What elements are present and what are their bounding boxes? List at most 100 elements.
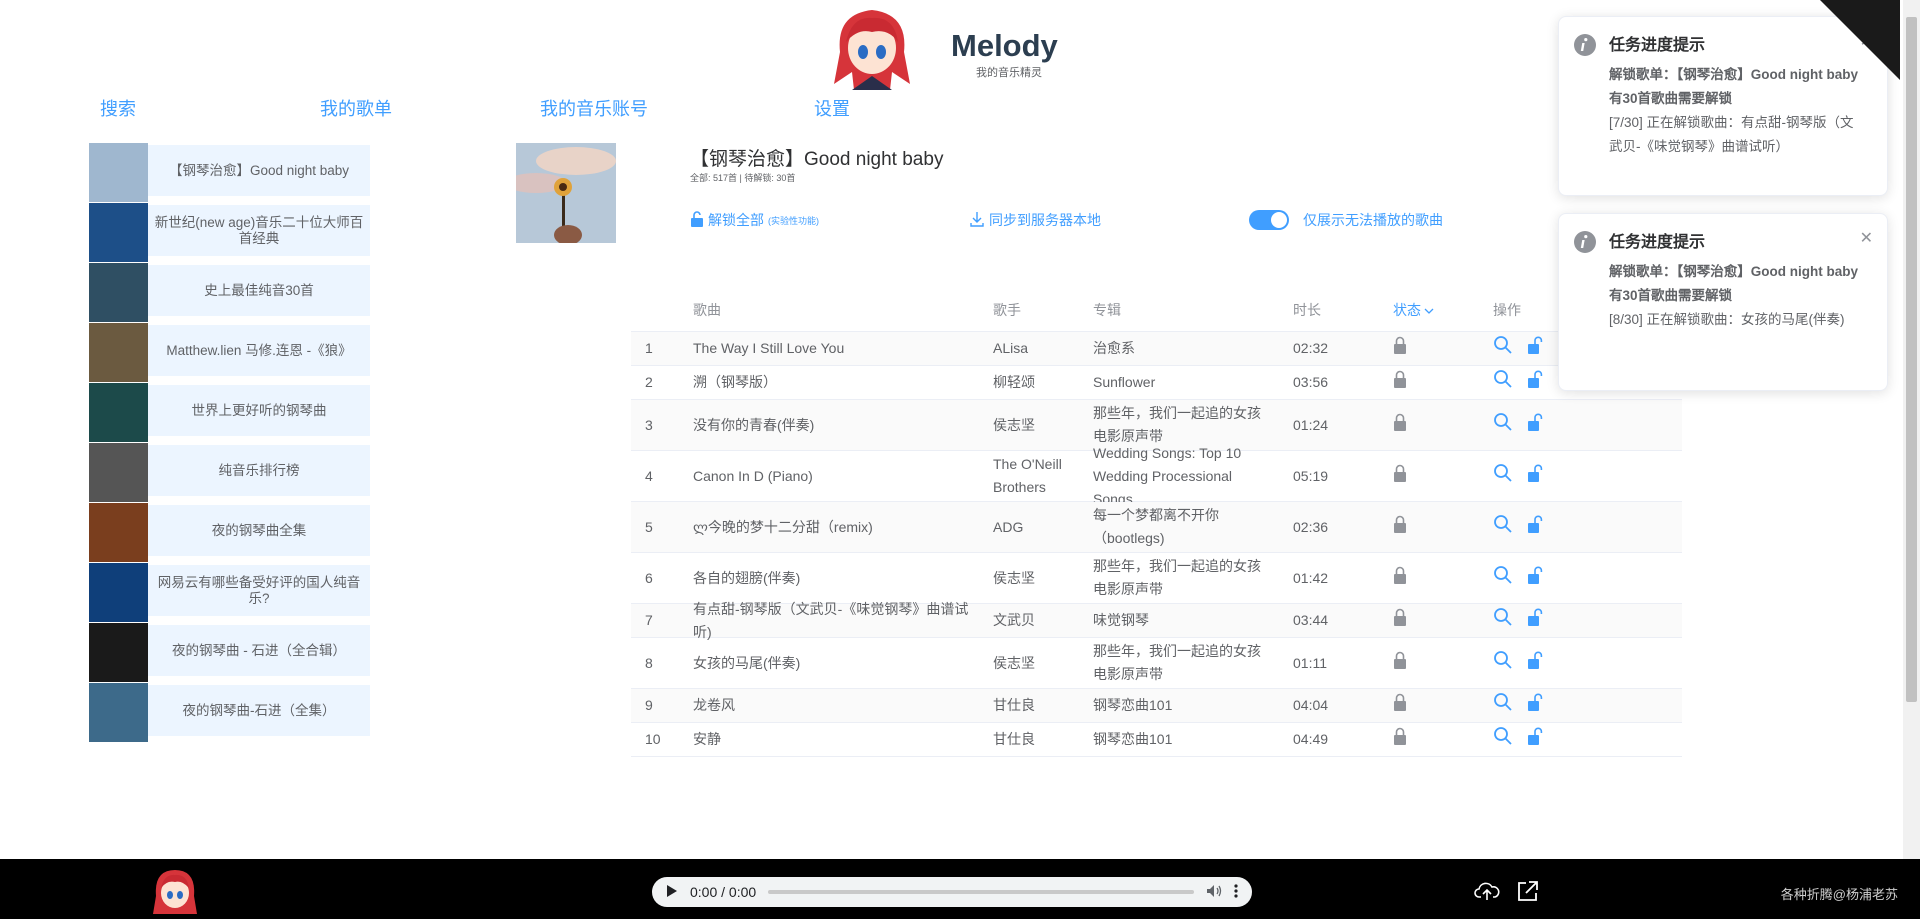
unlock-icon[interactable] [1527, 413, 1543, 438]
nav-settings[interactable]: 设置 [814, 95, 850, 121]
lock-icon [1393, 693, 1407, 718]
row-song: 有点甜-钢琴版（文武贝-《味觉钢琴》曲谱试听) [693, 600, 969, 640]
row-song: Canon In D (Piano) [693, 467, 813, 484]
table-row: 2 溯（钢琴版） 柳轻颂 Sunflower 03:56 [631, 366, 1682, 400]
playlist-thumbnail [89, 443, 148, 502]
col-song: 歌曲 [693, 302, 721, 318]
scrollbar-thumb[interactable] [1906, 17, 1917, 702]
row-artist: 甘仕良 [993, 731, 1035, 747]
col-status-filter[interactable]: 状态 [1393, 290, 1463, 331]
sync-button[interactable]: 同步到服务器本地 [969, 210, 1101, 230]
playlist-item[interactable]: 史上最佳纯音30首 [89, 263, 371, 323]
unlock-icon[interactable] [1527, 370, 1543, 395]
row-artist: 甘仕良 [993, 697, 1035, 713]
row-duration: 01:11 [1293, 654, 1327, 671]
row-album: 那些年，我们一起追的女孩电影原声带 [1093, 643, 1261, 682]
playlist-item[interactable]: 夜的钢琴曲-石进（全集） [89, 683, 371, 743]
search-icon[interactable] [1493, 463, 1513, 490]
playlist-item[interactable]: 【钢琴治愈】Good night baby [89, 143, 371, 203]
unlock-all-button[interactable]: 解锁全部 (实验性功能) [690, 210, 819, 230]
unlock-icon[interactable] [1527, 464, 1543, 489]
row-album: 钢琴恋曲101 [1093, 731, 1173, 747]
row-artist: 文武贝 [993, 612, 1035, 628]
playlist-thumbnail [89, 323, 148, 382]
search-icon[interactable] [1493, 565, 1513, 592]
lock-icon [1393, 464, 1407, 489]
audio-player[interactable]: 0:00 / 0:00 [652, 877, 1252, 907]
search-icon[interactable] [1493, 726, 1513, 753]
search-icon[interactable] [1493, 692, 1513, 719]
more-options-icon[interactable] [1234, 883, 1238, 901]
player-avatar [152, 866, 198, 916]
volume-icon[interactable] [1206, 884, 1222, 901]
col-artist: 歌手 [993, 302, 1021, 318]
unlock-icon[interactable] [1527, 727, 1543, 752]
app-subtitle: 我的音乐精灵 [976, 67, 1042, 79]
playlist-name: 夜的钢琴曲全集 [148, 505, 370, 556]
progress-bar[interactable] [768, 890, 1194, 894]
unlock-all-note: (实验性功能) [768, 215, 819, 226]
row-duration: 04:04 [1293, 697, 1329, 713]
row-duration: 02:36 [1293, 518, 1329, 535]
unlock-icon[interactable] [1527, 566, 1543, 591]
nav-music-account[interactable]: 我的音乐账号 [540, 95, 648, 121]
row-status [1393, 332, 1463, 365]
nav-search[interactable]: 搜索 [100, 95, 136, 121]
row-status [1393, 638, 1463, 688]
search-icon[interactable] [1493, 650, 1513, 677]
playlist-item[interactable]: 世界上更好听的钢琴曲 [89, 383, 371, 443]
external-link-icon[interactable] [1515, 878, 1541, 904]
row-status [1393, 604, 1463, 637]
cloud-upload-icon[interactable] [1474, 878, 1500, 904]
playlist-thumbnail [89, 623, 148, 682]
search-icon[interactable] [1493, 369, 1513, 396]
notification-2: ✕ 任务进度提示 解锁歌单：【钢琴治愈】Good night baby 有30首… [1558, 213, 1888, 391]
search-icon[interactable] [1493, 607, 1513, 634]
table-body: 1 The Way I Still Love You ALisa 治愈系 02:32 2 溯… [631, 332, 1682, 757]
playlist-item[interactable]: 纯音乐排行榜 [89, 443, 371, 503]
row-duration: 05:19 [1293, 467, 1329, 484]
play-icon[interactable] [666, 884, 678, 901]
lock-icon [1393, 370, 1407, 395]
nav-my-playlists[interactable]: 我的歌单 [320, 95, 392, 121]
row-ops [1493, 638, 1593, 688]
row-status [1393, 400, 1463, 450]
close-icon[interactable]: ✕ [1860, 228, 1873, 248]
row-album: 那些年，我们一起追的女孩电影原声带 [1093, 558, 1261, 597]
row-ops [1493, 502, 1593, 552]
row-ops [1493, 553, 1593, 603]
playlist-item[interactable]: 网易云有哪些备受好评的国人纯音乐? [89, 563, 371, 623]
only-unplayable-toggle[interactable]: 仅展示无法播放的歌曲 [1249, 210, 1443, 230]
unlock-icon[interactable] [1527, 651, 1543, 676]
row-index: 9 [645, 697, 653, 713]
row-status [1393, 689, 1463, 722]
playlist-name: 纯音乐排行榜 [148, 445, 370, 496]
notification-line: 有30首歌曲需要解锁 [1609, 91, 1733, 106]
lock-icon [1393, 336, 1407, 361]
playlist-thumbnail [89, 563, 148, 622]
row-song: 安静 [693, 731, 721, 747]
table-row: 10 安静 甘仕良 钢琴恋曲101 04:49 [631, 723, 1682, 757]
search-icon[interactable] [1493, 335, 1513, 362]
playlist-item[interactable]: 新世纪(new age)音乐二十位大师百首经典 [89, 203, 371, 263]
unlock-icon[interactable] [1527, 515, 1543, 540]
row-index: 10 [645, 731, 661, 747]
unlock-icon[interactable] [1527, 336, 1543, 361]
row-index: 6 [645, 569, 653, 586]
row-artist: ALisa [993, 340, 1029, 356]
unlock-icon[interactable] [1527, 693, 1543, 718]
notification-line: 解锁歌单：【钢琴治愈】Good night baby [1609, 67, 1858, 82]
search-icon[interactable] [1493, 412, 1513, 439]
col-status-label: 状态 [1393, 302, 1421, 318]
toggle-label: 仅展示无法播放的歌曲 [1303, 212, 1443, 228]
playlist-name: 【钢琴治愈】Good night baby [148, 145, 370, 196]
toggle-switch[interactable] [1249, 210, 1289, 230]
table-row: 4 Canon In D (Piano) The O'Neill Brothers W… [631, 445, 1682, 507]
search-icon[interactable] [1493, 514, 1513, 541]
row-song: 没有你的青春(伴奏) [693, 416, 815, 433]
unlock-icon [690, 210, 704, 230]
playlist-item[interactable]: 夜的钢琴曲 - 石进（全合辑） [89, 623, 371, 683]
playlist-item[interactable]: Matthew.lien 马修.连恩 -《狼》 [89, 323, 371, 383]
playlist-item[interactable]: 夜的钢琴曲全集 [89, 503, 371, 563]
unlock-icon[interactable] [1527, 608, 1543, 633]
